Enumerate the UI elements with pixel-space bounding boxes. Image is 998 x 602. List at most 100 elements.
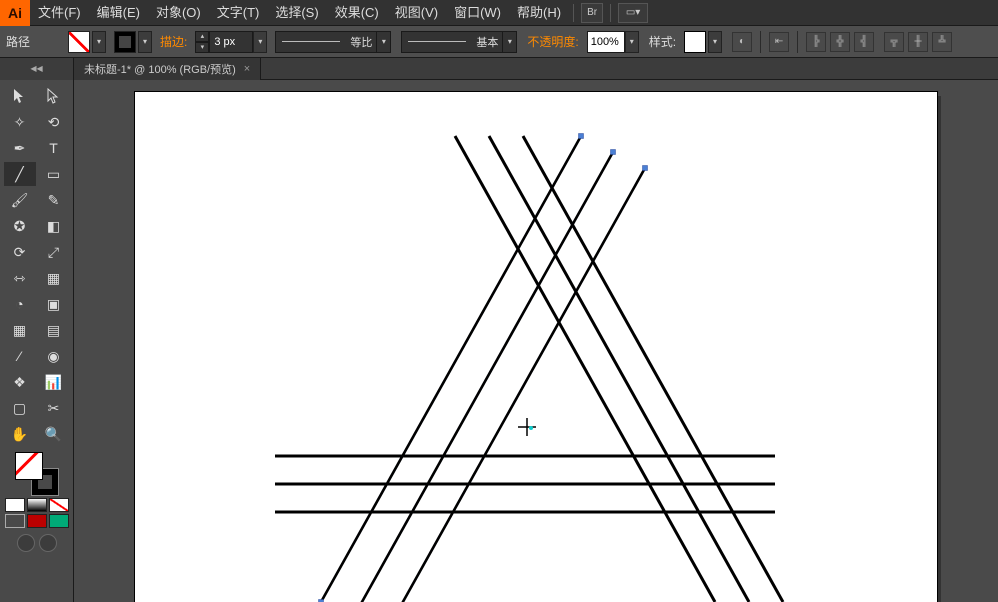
align-v-bottom-icon[interactable]: ╩ [932, 32, 952, 52]
app-logo: Ai [0, 0, 30, 26]
control-separator [760, 31, 761, 53]
menu-window[interactable]: 窗口(W) [446, 0, 509, 26]
draw-mode-row [5, 514, 69, 528]
color-mode-row [5, 498, 69, 512]
bridge-icon[interactable]: Br [581, 3, 603, 23]
column-graph-tool[interactable]: 📊 [38, 370, 70, 394]
rotate-tool[interactable]: ⟳ [4, 240, 36, 264]
tool-grid: ✧ ⟲ ✒ T ╱ ▭ 🖌 ✎ ✪ ◧ ⟳ ⤢ ⇿ ▦ ◔ ▣ ▦ ▤ ⁄ ◉ … [4, 84, 70, 446]
color-mode-none[interactable] [49, 498, 69, 512]
width-tool[interactable]: ⇿ [4, 266, 36, 290]
free-transform-tool[interactable]: ▦ [38, 266, 70, 290]
stroke-weight[interactable]: ▴▾ ▾ [195, 31, 267, 53]
opacity-input[interactable] [587, 31, 625, 53]
shape-builder-tool[interactable]: ◔ [4, 292, 36, 316]
magic-wand-tool[interactable]: ✧ [4, 110, 36, 134]
canvas-area[interactable] [74, 80, 998, 602]
pencil-tool[interactable]: ✎ [38, 188, 70, 212]
eraser-tool[interactable]: ◧ [38, 214, 70, 238]
menu-select[interactable]: 选择(S) [267, 0, 326, 26]
hand-tool[interactable]: ✋ [4, 422, 36, 446]
rectangle-tool[interactable]: ▭ [38, 162, 70, 186]
screen-mode-icon[interactable] [39, 534, 57, 552]
pen-tool[interactable]: ✒ [4, 136, 36, 160]
style-label: 样式: [649, 33, 676, 50]
opacity-label: 不透明度: [527, 33, 578, 50]
brush-definition[interactable]: 基本 ▾ [401, 31, 517, 53]
blend-tool[interactable]: ◉ [38, 344, 70, 368]
align-v-top-icon[interactable]: ╦ [884, 32, 904, 52]
perspective-grid-tool[interactable]: ▣ [38, 292, 70, 316]
mesh-tool[interactable]: ▦ [4, 318, 36, 342]
symbol-sprayer-tool[interactable]: ❖ [4, 370, 36, 394]
close-tab-icon[interactable]: × [244, 63, 250, 75]
menu-object[interactable]: 对象(O) [148, 0, 209, 26]
profile-label: 等比 [346, 34, 376, 50]
object-type-label: 路径 [6, 33, 30, 50]
variable-width-profile[interactable]: 等比 ▾ [275, 31, 391, 53]
recolor-artwork-icon[interactable]: ◐ [732, 32, 752, 52]
color-mode-gradient[interactable] [27, 498, 47, 512]
stroke-weight-input[interactable] [209, 31, 253, 53]
document-tab-strip: ◀◀ 未标题-1* @ 100% (RGB/预览) × [0, 58, 998, 80]
line-segment-tool[interactable]: ╱ [4, 162, 36, 186]
control-separator [797, 31, 798, 53]
document-tab-title: 未标题-1* @ 100% (RGB/预览) [84, 61, 236, 77]
stroke-dropdown[interactable]: ▾ [138, 31, 152, 53]
fill-swatch[interactable] [68, 31, 90, 53]
tool-panel-handle[interactable]: ◀◀ [0, 58, 74, 80]
color-mode-solid[interactable] [5, 498, 25, 512]
profile-dropdown[interactable]: ▾ [376, 32, 390, 52]
type-tool[interactable]: T [38, 136, 70, 160]
align-h-center-icon[interactable]: ╬ [830, 32, 850, 52]
lasso-tool[interactable]: ⟲ [38, 110, 70, 134]
menu-effect[interactable]: 效果(C) [327, 0, 387, 26]
brush-label: 基本 [472, 34, 502, 50]
artwork-svg [135, 92, 937, 602]
artboard-tool[interactable]: ▢ [4, 396, 36, 420]
main-area: ✧ ⟲ ✒ T ╱ ▭ 🖌 ✎ ✪ ◧ ⟳ ⤢ ⇿ ▦ ◔ ▣ ▦ ▤ ⁄ ◉ … [0, 80, 998, 602]
graphic-style-swatch[interactable] [684, 31, 706, 53]
gradient-tool[interactable]: ▤ [38, 318, 70, 342]
fill-indicator[interactable] [15, 452, 43, 480]
blob-brush-tool[interactable]: ✪ [4, 214, 36, 238]
menu-view[interactable]: 视图(V) [387, 0, 446, 26]
menu-bar: Ai 文件(F) 编辑(E) 对象(O) 文字(T) 选择(S) 效果(C) 视… [0, 0, 998, 26]
menu-help[interactable]: 帮助(H) [509, 0, 569, 26]
profile-line-icon [282, 41, 340, 42]
zoom-tool[interactable]: 🔍 [38, 422, 70, 446]
paintbrush-tool[interactable]: 🖌 [4, 188, 36, 212]
stroke-swatch[interactable] [114, 31, 136, 53]
arrange-documents-icon[interactable]: ▭▾ [618, 3, 648, 23]
menu-type[interactable]: 文字(T) [209, 0, 268, 26]
artboard[interactable] [135, 92, 937, 602]
style-dropdown[interactable]: ▾ [708, 31, 722, 53]
brush-line-icon [408, 41, 466, 42]
tool-panel: ✧ ⟲ ✒ T ╱ ▭ 🖌 ✎ ✪ ◧ ⟳ ⤢ ⇿ ▦ ◔ ▣ ▦ ▤ ⁄ ◉ … [0, 80, 74, 602]
menu-separator [610, 4, 611, 22]
control-bar: 路径 ▾ ▾ 描边: ▴▾ ▾ 等比 ▾ 基本 ▾ 不透明度: ▾ 样式: ▾ … [0, 26, 998, 58]
draw-normal[interactable] [5, 514, 25, 528]
brush-dropdown[interactable]: ▾ [502, 32, 516, 52]
menu-edit[interactable]: 编辑(E) [89, 0, 148, 26]
direct-selection-tool[interactable] [38, 84, 70, 108]
eyedropper-tool[interactable]: ⁄ [4, 344, 36, 368]
stroke-weight-dropdown[interactable]: ▾ [253, 31, 267, 53]
opacity-dropdown[interactable]: ▾ [625, 31, 639, 53]
scale-tool[interactable]: ⤢ [38, 240, 70, 264]
selection-tool[interactable] [4, 84, 36, 108]
stroke-weight-arrows[interactable]: ▴▾ [195, 31, 209, 53]
stroke-label: 描边: [160, 33, 187, 50]
align-v-middle-icon[interactable]: ╫ [908, 32, 928, 52]
menu-file[interactable]: 文件(F) [30, 0, 89, 26]
document-tab[interactable]: 未标题-1* @ 100% (RGB/预览) × [74, 58, 261, 80]
align-left-icon[interactable]: ⇤ [769, 32, 789, 52]
screen-mode-icon[interactable] [17, 534, 35, 552]
slice-tool[interactable]: ✂ [38, 396, 70, 420]
draw-inside[interactable] [49, 514, 69, 528]
fill-dropdown[interactable]: ▾ [92, 31, 106, 53]
fill-stroke-indicator[interactable] [15, 452, 59, 496]
align-h-right-icon[interactable]: ╣ [854, 32, 874, 52]
align-h-left-icon[interactable]: ╠ [806, 32, 826, 52]
draw-behind[interactable] [27, 514, 47, 528]
